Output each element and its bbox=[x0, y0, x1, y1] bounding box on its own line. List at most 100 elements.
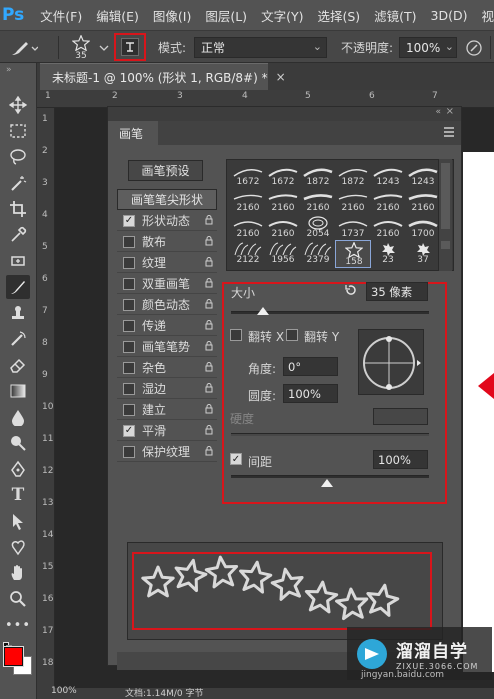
brush-setting-item[interactable]: ✓ 平滑 bbox=[117, 421, 217, 441]
brush-setting-checkbox[interactable] bbox=[123, 403, 135, 416]
mode-dropdown[interactable]: 正常 ⌄ bbox=[194, 37, 327, 58]
brush-tip-preset[interactable]: 1243 bbox=[405, 162, 441, 187]
lock-icon[interactable] bbox=[205, 299, 213, 309]
eyedropper-icon[interactable] bbox=[6, 223, 30, 247]
gradient-tool-icon[interactable] bbox=[6, 379, 30, 403]
tool-preset-picker[interactable] bbox=[8, 31, 38, 64]
document-canvas[interactable] bbox=[463, 152, 494, 672]
blur-tool-icon[interactable] bbox=[6, 405, 30, 429]
lock-icon[interactable] bbox=[205, 425, 213, 435]
spacing-slider-thumb[interactable] bbox=[321, 479, 333, 487]
brush-tip-preset[interactable]: 2054 bbox=[300, 214, 336, 239]
brush-tip-preset[interactable]: 2160 bbox=[405, 188, 441, 213]
lock-icon[interactable] bbox=[205, 278, 213, 288]
lock-icon[interactable] bbox=[205, 215, 213, 225]
pressure-opacity-button[interactable] bbox=[465, 31, 483, 64]
brush-tip-preset[interactable]: 2160 bbox=[265, 188, 301, 213]
brush-setting-item[interactable]: 颜色动态 bbox=[117, 295, 217, 315]
size-slider-thumb[interactable] bbox=[257, 307, 269, 315]
brush-tip-preset[interactable]: 2160 bbox=[230, 188, 266, 213]
brush-tip-preset[interactable]: 1243 bbox=[370, 162, 406, 187]
brush-setting-checkbox[interactable] bbox=[123, 382, 135, 395]
crop-tool-icon[interactable] bbox=[6, 197, 30, 221]
brush-tool-icon[interactable] bbox=[6, 275, 30, 299]
lock-icon[interactable] bbox=[205, 404, 213, 414]
toggle-brush-panel-button[interactable] bbox=[114, 33, 146, 61]
move-tool-icon[interactable] bbox=[6, 93, 30, 117]
flip-y-checkbox[interactable] bbox=[286, 329, 298, 341]
brush-presets-button[interactable]: 画笔预设 bbox=[128, 160, 203, 181]
lock-icon[interactable] bbox=[205, 320, 213, 330]
spacing-input[interactable]: 100% bbox=[373, 450, 428, 469]
roundness-input[interactable]: 100% bbox=[283, 384, 338, 403]
marquee-tool-icon[interactable] bbox=[6, 119, 30, 143]
brush-tip-preset[interactable]: 2160 bbox=[230, 214, 266, 239]
panel-menu-icon[interactable] bbox=[443, 126, 455, 140]
lock-icon[interactable] bbox=[205, 236, 213, 246]
menu-edit[interactable]: 编辑(E) bbox=[96, 6, 139, 25]
brush-setting-checkbox[interactable] bbox=[123, 298, 135, 311]
brush-tip-preset[interactable]: 37 bbox=[405, 240, 441, 265]
hand-tool-icon[interactable] bbox=[6, 561, 30, 585]
lock-icon[interactable] bbox=[205, 446, 213, 456]
lock-icon[interactable] bbox=[205, 362, 213, 372]
custom-shape-icon[interactable] bbox=[6, 535, 30, 559]
collapse-panel-icon[interactable]: « bbox=[435, 107, 441, 117]
brush-setting-checkbox[interactable] bbox=[123, 256, 135, 269]
menu-type[interactable]: 文字(Y) bbox=[261, 6, 303, 25]
brush-setting-item[interactable]: 传递 bbox=[117, 316, 217, 336]
brush-setting-checkbox[interactable] bbox=[123, 361, 135, 374]
angle-input[interactable]: 0° bbox=[283, 357, 338, 376]
brush-tip-preset[interactable]: 1956 bbox=[265, 240, 301, 265]
close-panel-icon[interactable]: × bbox=[446, 106, 454, 117]
brush-tip-preset[interactable]: 1700 bbox=[405, 214, 441, 239]
brush-setting-checkbox[interactable] bbox=[123, 277, 135, 290]
brush-tip-preset[interactable]: 158 bbox=[335, 240, 371, 268]
brush-tip-preset[interactable]: 1737 bbox=[335, 214, 371, 239]
reset-size-icon[interactable] bbox=[344, 283, 358, 300]
brush-tip-preset[interactable]: 23 bbox=[370, 240, 406, 265]
scrollbar-thumb[interactable] bbox=[441, 163, 450, 229]
brush-grid-scrollbar[interactable] bbox=[438, 159, 452, 271]
brush-tip-preset[interactable]: 1872 bbox=[300, 162, 336, 187]
lasso-tool-icon[interactable] bbox=[6, 145, 30, 169]
brush-setting-item[interactable]: 保护纹理 bbox=[117, 442, 217, 462]
lock-icon[interactable] bbox=[205, 383, 213, 393]
brush-setting-checkbox[interactable]: ✓ bbox=[123, 424, 135, 437]
brush-setting-item[interactable]: 双重画笔 bbox=[117, 274, 217, 294]
brush-setting-item[interactable]: 湿边 bbox=[117, 379, 217, 399]
lock-icon[interactable] bbox=[205, 341, 213, 351]
dodge-tool-icon[interactable] bbox=[6, 431, 30, 455]
brush-tip-preset[interactable]: 2122 bbox=[230, 240, 266, 265]
collapse-icon[interactable]: » bbox=[6, 65, 12, 75]
opacity-field[interactable]: 100% ⌄ bbox=[399, 37, 457, 58]
brush-setting-checkbox[interactable]: ✓ bbox=[123, 214, 135, 227]
brush-setting-item[interactable]: 散布 bbox=[117, 232, 217, 252]
zoom-tool-icon[interactable] bbox=[6, 587, 30, 611]
brush-tip-preset[interactable]: 2160 bbox=[370, 214, 406, 239]
brush-setting-checkbox[interactable] bbox=[123, 445, 135, 458]
chevron-down-icon[interactable] bbox=[99, 31, 109, 64]
flip-x-checkbox[interactable] bbox=[230, 329, 242, 341]
brush-setting-item[interactable]: ✓ 形状动态 bbox=[117, 211, 217, 231]
size-input[interactable]: 35 像素 bbox=[366, 282, 428, 301]
pen-tool-icon[interactable] bbox=[6, 457, 30, 481]
brush-tip-preset[interactable]: 2160 bbox=[335, 188, 371, 213]
brush-setting-item[interactable]: 杂色 bbox=[117, 358, 217, 378]
brush-setting-item[interactable]: 建立 bbox=[117, 400, 217, 420]
menu-image[interactable]: 图像(I) bbox=[153, 6, 191, 25]
angle-roundness-widget[interactable] bbox=[358, 329, 424, 395]
brush-preset-picker[interactable]: 35 bbox=[72, 31, 90, 64]
brush-tip-preset[interactable]: 1872 bbox=[335, 162, 371, 187]
brush-setting-checkbox[interactable] bbox=[123, 235, 135, 248]
brush-tip-preset[interactable]: 1672 bbox=[230, 162, 266, 187]
brush-tip-preset[interactable]: 1672 bbox=[265, 162, 301, 187]
document-tab[interactable]: 未标题-1 @ 100% (形状 1, RGB/8#) * × bbox=[40, 63, 286, 90]
scrollbar-thumb-lower[interactable] bbox=[441, 241, 450, 249]
close-icon[interactable]: × bbox=[276, 70, 286, 84]
menu-file[interactable]: 文件(F) bbox=[40, 6, 82, 25]
tab-brush[interactable]: 画笔 bbox=[108, 121, 158, 145]
clone-stamp-icon[interactable] bbox=[6, 301, 30, 325]
brush-tip-preset[interactable]: 2379 bbox=[300, 240, 336, 265]
brush-tip-preset[interactable]: 2160 bbox=[300, 188, 336, 213]
